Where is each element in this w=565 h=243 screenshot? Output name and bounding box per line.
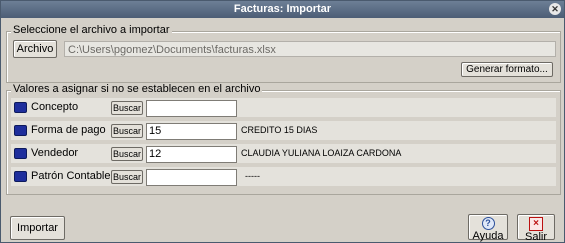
window-title: Facturas: Importar <box>233 3 332 15</box>
concepto-input[interactable] <box>146 100 237 117</box>
value-row-forma-de-pago: Forma de pago Buscar 15 CREDITO 15 DIAS <box>11 121 556 140</box>
buscar-button[interactable]: Buscar <box>111 101 143 115</box>
led-icon <box>14 148 27 159</box>
led-icon <box>14 171 27 182</box>
buscar-button[interactable]: Buscar <box>111 124 143 138</box>
values-group-legend: Valores a asignar si no se establecen en… <box>11 83 263 95</box>
ayuda-label: Ayuda <box>472 230 504 242</box>
close-icon[interactable]: ✕ <box>549 3 561 15</box>
file-path-field[interactable]: C:\Users\pgomez\Documents\facturas.xlsx <box>64 41 556 57</box>
vendedor-input[interactable]: 12 <box>146 146 237 163</box>
row-description: CLAUDIA YULIANA LOAIZA CARDONA <box>241 148 402 158</box>
buscar-button[interactable]: Buscar <box>111 147 143 161</box>
salir-button[interactable]: × Salir <box>517 214 555 243</box>
value-row-concepto: Concepto Buscar <box>11 98 556 117</box>
help-icon: ? <box>481 217 495 230</box>
buscar-button[interactable]: Buscar <box>111 170 143 184</box>
forma-de-pago-input[interactable]: 15 <box>146 123 237 140</box>
led-icon <box>14 102 27 113</box>
importar-button[interactable]: Importar <box>10 216 65 240</box>
archivo-button[interactable]: Archivo <box>13 40 57 58</box>
import-window: Facturas: Importar ✕ Seleccione el archi… <box>0 0 565 243</box>
row-label: Vendedor <box>31 147 79 159</box>
led-icon <box>14 125 27 136</box>
row-label: Patrón Contable <box>31 170 111 182</box>
exit-icon: × <box>529 217 543 231</box>
row-label: Concepto <box>31 101 79 113</box>
generar-formato-button[interactable]: Generar formato... <box>461 62 553 77</box>
value-row-patron-contable: Patrón Contable Buscar ----- <box>11 167 556 186</box>
title-bar: Facturas: Importar ✕ <box>1 1 564 18</box>
patron-contable-input[interactable] <box>146 169 237 186</box>
row-description: ----- <box>245 171 260 181</box>
salir-label: Salir <box>524 231 547 243</box>
file-group-legend: Seleccione el archivo a importar <box>11 24 172 36</box>
value-row-vendedor: Vendedor Buscar 12 CLAUDIA YULIANA LOAIZ… <box>11 144 556 163</box>
row-description: CREDITO 15 DIAS <box>241 125 318 135</box>
ayuda-button[interactable]: ? Ayuda <box>468 214 508 242</box>
row-label: Forma de pago <box>31 124 106 136</box>
